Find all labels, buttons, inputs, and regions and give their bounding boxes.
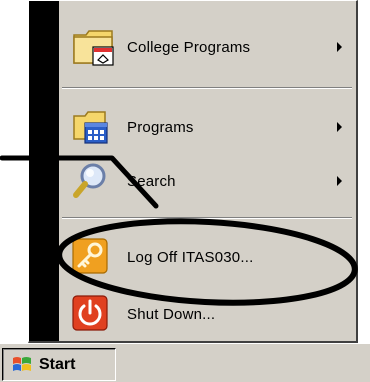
windows-logo-icon bbox=[11, 355, 33, 375]
folder-shortcut-icon bbox=[71, 27, 114, 67]
submenu-arrow-icon bbox=[337, 176, 342, 186]
menu-item-college-programs[interactable]: College Programs bbox=[59, 17, 356, 77]
menu-item-shut-down[interactable]: Shut Down... bbox=[59, 284, 356, 344]
menu-item-label: Log Off ITAS030... bbox=[127, 248, 254, 266]
power-icon bbox=[71, 294, 111, 334]
menu-separator bbox=[62, 87, 352, 89]
menu-item-label: Search bbox=[127, 172, 176, 190]
menu-item-programs[interactable]: Programs bbox=[59, 97, 356, 157]
start-menu-side-banner bbox=[29, 1, 59, 341]
key-icon bbox=[71, 237, 111, 277]
submenu-arrow-icon bbox=[337, 42, 342, 52]
screen: College Programs Programs Search Log Off… bbox=[0, 0, 370, 382]
programs-folder-icon bbox=[71, 107, 111, 147]
menu-separator bbox=[62, 217, 352, 219]
menu-item-search[interactable]: Search bbox=[59, 151, 356, 211]
submenu-arrow-icon bbox=[337, 122, 342, 132]
taskbar: Start bbox=[0, 343, 370, 382]
start-button[interactable]: Start bbox=[2, 348, 116, 381]
menu-item-label: Shut Down... bbox=[127, 305, 216, 323]
menu-item-label: College Programs bbox=[127, 38, 251, 56]
menu-item-log-off[interactable]: Log Off ITAS030... bbox=[59, 227, 356, 287]
start-button-label: Start bbox=[39, 355, 76, 373]
start-menu: College Programs Programs Search Log Off… bbox=[28, 0, 358, 343]
menu-item-label: Programs bbox=[127, 118, 194, 136]
search-icon bbox=[71, 161, 111, 201]
